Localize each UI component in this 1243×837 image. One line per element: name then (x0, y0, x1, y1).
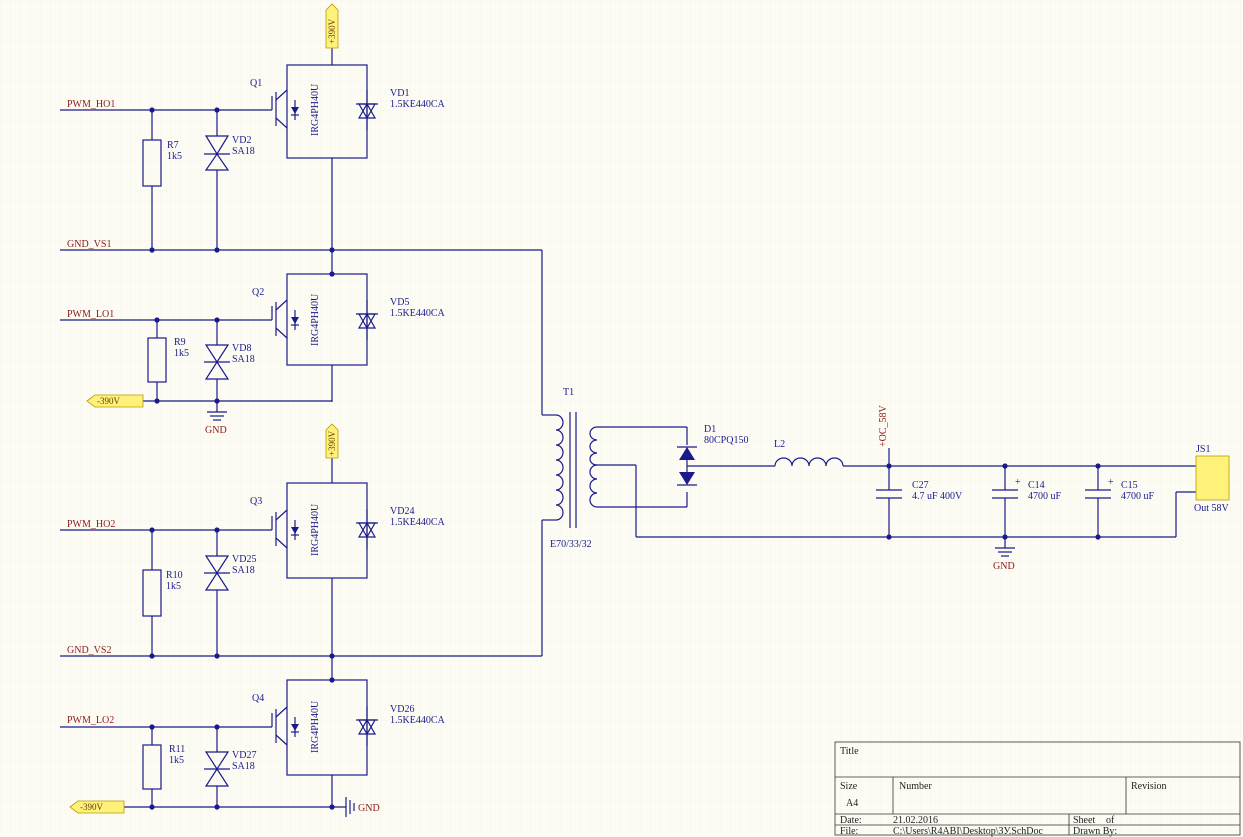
r11-value: 1k5 (169, 755, 184, 766)
q4-ref: Q4 (252, 693, 264, 704)
schematic-sheet: Q1 IRG4PH40U VD1 1.5KE440CA R7 1k5 VD2 S… (0, 0, 1243, 837)
c27-ref: C27 (912, 480, 929, 491)
of-label: of (1106, 815, 1115, 826)
r10-value: 1k5 (166, 581, 181, 592)
gnd-label-left: GND (205, 425, 227, 436)
net-pwm-ho2: PWM_HO2 (67, 519, 115, 530)
net-pwm-ho1: PWM_HO1 (67, 99, 115, 110)
net-pwm-lo1: PWM_LO1 (67, 309, 114, 320)
c15-plus: + (1108, 477, 1114, 488)
vd26-part: 1.5KE440CA (390, 715, 446, 726)
q3-part: IRG4PH40U (310, 503, 321, 556)
r11-ref: R11 (169, 744, 185, 755)
number-label: Number (899, 781, 932, 792)
net-gnd-vs1: GND_VS1 (67, 239, 111, 250)
r7-value: 1k5 (167, 151, 182, 162)
vd1-part: 1.5KE440CA (390, 99, 446, 110)
r9-value: 1k5 (174, 348, 189, 359)
r7-ref: R7 (167, 140, 179, 151)
vd8-ref: VD8 (232, 343, 251, 354)
port-plus390-top: +390V (325, 3, 339, 49)
t1-core: E70/33/32 (550, 539, 592, 550)
title-label: Title (840, 746, 859, 757)
vd8-part: SA18 (232, 354, 255, 365)
q1-ref: Q1 (250, 78, 262, 89)
port-minus390-upper: -390V (86, 394, 144, 408)
vd26-ref: VD26 (390, 704, 414, 715)
c27-value: 4.7 uF 400V (912, 491, 963, 502)
revision-label: Revision (1131, 781, 1167, 792)
vd2-ref: VD2 (232, 135, 251, 146)
t1-ref: T1 (563, 387, 574, 398)
q3-ref: Q3 (250, 496, 262, 507)
vd2-part: SA18 (232, 146, 255, 157)
file-label: File: (840, 826, 858, 837)
js1-label: Out 58V (1194, 503, 1230, 514)
d1-part: 80CPQ150 (704, 435, 748, 446)
date-label: Date: (840, 815, 862, 826)
r9-ref: R9 (174, 337, 186, 348)
c14-plus: + (1015, 477, 1021, 488)
c15-value: 4700 uF (1121, 491, 1155, 502)
js1-ref: JS1 (1196, 444, 1210, 455)
vd5-ref: VD5 (390, 297, 409, 308)
vd25-ref: VD25 (232, 554, 256, 565)
size-label: Size (840, 781, 858, 792)
vd27-part: SA18 (232, 761, 255, 772)
net-pwm-lo2: PWM_LO2 (67, 715, 114, 726)
port-minus390-lower-label: -390V (80, 802, 103, 812)
port-plus390-mid-label: +390V (327, 430, 337, 456)
vd24-part: 1.5KE440CA (390, 517, 446, 528)
q4-part: IRG4PH40U (310, 700, 321, 753)
vd25-part: SA18 (232, 565, 255, 576)
c15-ref: C15 (1121, 480, 1138, 491)
net-oc58-label: +OC_58V (878, 404, 889, 447)
vd1-ref: VD1 (390, 88, 409, 99)
port-minus390-lower: -390V (69, 800, 125, 814)
c14-ref: C14 (1028, 480, 1045, 491)
sheet-label: Sheet (1073, 815, 1095, 826)
sheet-grid (0, 0, 1243, 837)
size-value: A4 (846, 798, 858, 809)
vd5-part: 1.5KE440CA (390, 308, 446, 319)
c14-value: 4700 uF (1028, 491, 1062, 502)
l2-ref: L2 (774, 439, 785, 450)
file-value: C:\Users\R4ABI\Desktop\ЗУ.SchDoc (893, 826, 1043, 837)
gnd-label-bottom: GND (358, 803, 380, 814)
date-value: 21.02.2016 (893, 815, 938, 826)
vd24-ref: VD24 (390, 506, 414, 517)
r10-ref: R10 (166, 570, 183, 581)
q1-part: IRG4PH40U (310, 83, 321, 136)
d1-ref: D1 (704, 424, 716, 435)
vd27-ref: VD27 (232, 750, 256, 761)
q2-ref: Q2 (252, 287, 264, 298)
net-gnd-vs2: GND_VS2 (67, 645, 111, 656)
q2-part: IRG4PH40U (310, 293, 321, 346)
port-minus390-upper-label: -390V (97, 396, 120, 406)
port-plus390-top-label: +390V (327, 18, 337, 44)
port-plus390-mid: +390V (325, 423, 339, 459)
drawn-by-label: Drawn By: (1073, 826, 1117, 837)
gnd-label-output: GND (993, 561, 1015, 572)
net-oc58: +OC_58V (878, 404, 889, 447)
